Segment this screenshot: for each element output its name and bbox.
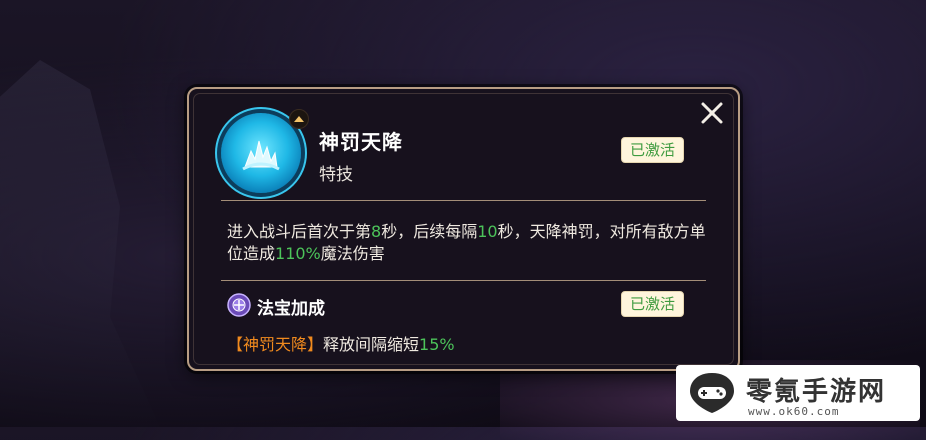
skill-tooltip-panel: 神罚天降 特技 已激活 进入战斗后首次于第8秒，后续每隔10秒，天降神罚，对所有… — [187, 87, 740, 371]
gamepad-logo-icon — [686, 371, 738, 419]
treasure-bonus-description: 【神罚天降】释放间隔缩短15% — [227, 331, 455, 355]
skill-description: 进入战斗后首次于第8秒，后续每隔10秒，天降神罚，对所有敌方单位造成110%魔法… — [227, 221, 707, 265]
watermark-url: www.ok60.com — [748, 405, 840, 418]
background-rocks — [0, 60, 160, 427]
treasure-skill-ref: 【神罚天降】 — [227, 335, 324, 354]
treasure-desc-text: 释放间隔缩短 — [323, 335, 420, 354]
skill-status-badge: 已激活 — [621, 137, 685, 163]
skill-name: 神罚天降 — [319, 130, 403, 154]
divider — [221, 200, 706, 201]
treasure-icon — [227, 293, 251, 317]
desc-value: 110% — [275, 244, 321, 263]
blue-flame-icon — [242, 140, 280, 171]
close-icon — [701, 102, 723, 124]
treasure-bonus-title: 法宝加成 — [257, 299, 325, 319]
desc-text: 进入战斗后首次于第 — [227, 222, 372, 241]
rank-up-icon — [289, 109, 309, 129]
close-button[interactable] — [700, 101, 724, 125]
skill-type: 特技 — [319, 165, 353, 185]
skill-icon — [221, 113, 301, 193]
watermark-title: 零氪手游网 — [746, 377, 887, 407]
watermark: 零氪手游网 www.ok60.com — [676, 365, 920, 421]
treasure-status-badge: 已激活 — [621, 291, 685, 317]
desc-text: 秒，后续每隔 — [381, 222, 478, 241]
desc-value: 8 — [371, 222, 382, 241]
desc-value: 10 — [477, 222, 498, 241]
divider — [221, 280, 706, 281]
treasure-value: 15% — [419, 335, 455, 354]
desc-text: 魔法伤害 — [320, 244, 385, 263]
